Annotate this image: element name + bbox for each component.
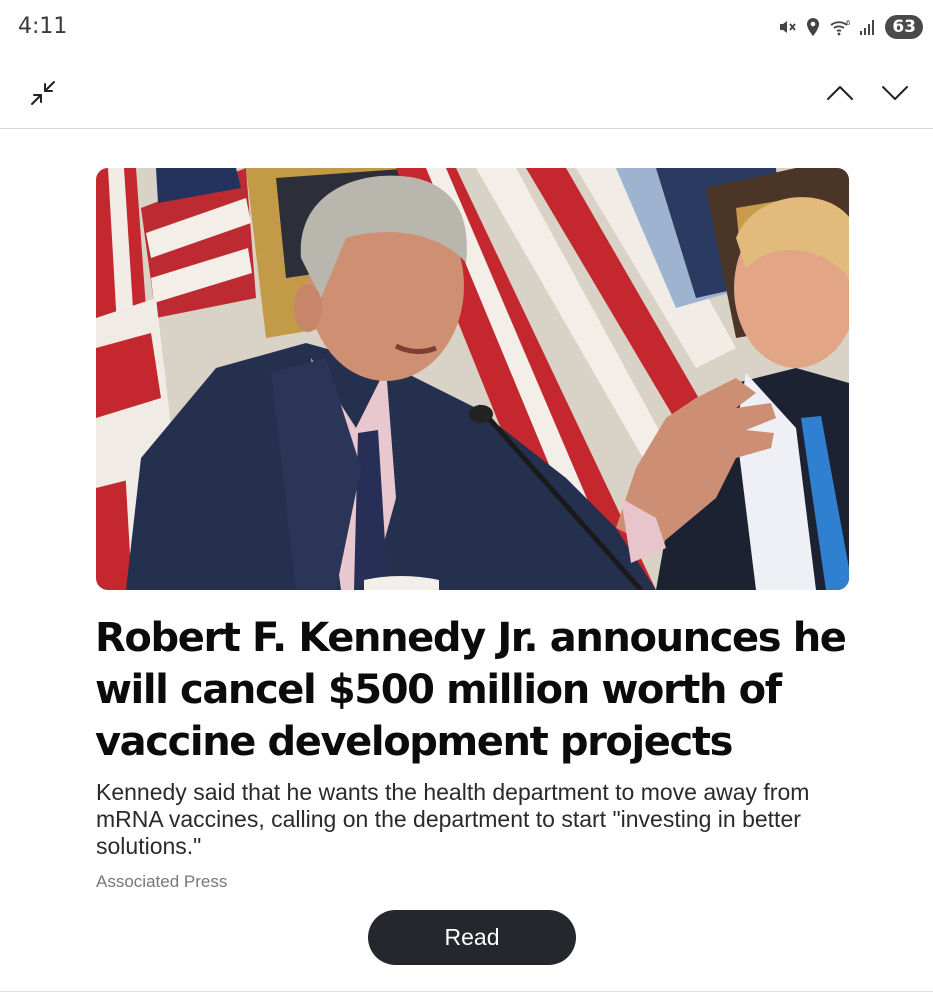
battery-icon: 63 — [885, 15, 923, 39]
signal-icon — [859, 18, 877, 36]
chevron-up-icon — [826, 84, 854, 107]
collapse-button[interactable] — [21, 73, 65, 117]
status-icons: 6 63 — [777, 14, 923, 40]
status-bar: 4:11 6 63 — [0, 0, 933, 56]
svg-text:6: 6 — [846, 19, 851, 27]
article-source: Associated Press — [96, 872, 228, 891]
read-button[interactable]: Read — [368, 910, 576, 965]
article-headline[interactable]: Robert F. Kennedy Jr. announces he will … — [95, 612, 885, 768]
divider — [0, 991, 933, 992]
article-summary: Kennedy said that he wants the health de… — [96, 779, 810, 859]
location-icon — [805, 17, 821, 37]
top-toolbar — [0, 62, 933, 129]
mute-icon — [777, 17, 797, 37]
wifi-icon: 6 — [829, 18, 851, 36]
collapse-icon — [29, 79, 57, 112]
previous-article-button[interactable] — [818, 73, 862, 117]
next-article-button[interactable] — [873, 73, 917, 117]
article-image[interactable] — [96, 168, 849, 590]
status-time: 4:11 — [18, 14, 68, 39]
chevron-down-icon — [881, 84, 909, 107]
